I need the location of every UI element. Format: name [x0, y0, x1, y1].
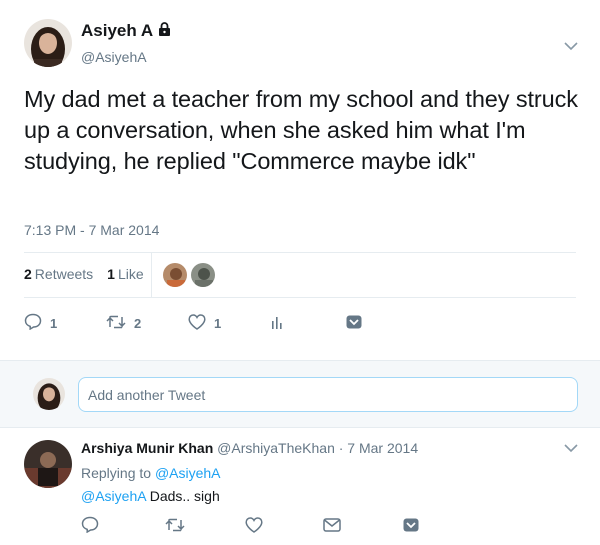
- retweet-count: 2: [134, 315, 142, 331]
- share-menu-icon[interactable]: [403, 518, 419, 537]
- author-name-row[interactable]: Asiyeh A: [81, 21, 171, 41]
- retweet-icon[interactable]: [165, 518, 245, 537]
- reply-icon: [24, 313, 42, 333]
- reply-actions: [81, 516, 419, 538]
- reply-date[interactable]: · 7 Mar 2014: [339, 440, 418, 456]
- reply-author-avatar[interactable]: [24, 440, 72, 488]
- likes-stat[interactable]: 1 Like: [107, 266, 143, 282]
- retweets-stat[interactable]: 2 Retweets: [24, 266, 93, 282]
- chevron-down-icon[interactable]: [564, 440, 578, 458]
- reply-author-handle[interactable]: @ArshiyaTheKhan: [217, 440, 335, 456]
- liker-avatar[interactable]: [162, 262, 188, 288]
- author-avatar[interactable]: [24, 19, 72, 67]
- tweet-actions: 1 2 1: [24, 313, 362, 333]
- engagement-stats: 2 Retweets 1 Like: [24, 266, 158, 282]
- retweet-icon: [106, 315, 126, 332]
- chevron-down-icon[interactable]: [564, 38, 578, 56]
- reply-author-row[interactable]: Arshiya Munir Khan @ArshiyaTheKhan · 7 M…: [81, 440, 418, 456]
- reply-text: @AsiyehA Dads.. sigh: [81, 488, 220, 504]
- stats-divider: [151, 252, 152, 297]
- reply-author-name[interactable]: Arshiya Munir Khan: [81, 440, 213, 456]
- liker-avatar[interactable]: [190, 262, 216, 288]
- reply-count: 1: [50, 315, 58, 331]
- message-icon[interactable]: [323, 517, 403, 537]
- lock-icon: [158, 21, 171, 41]
- mention-link[interactable]: @AsiyehA: [81, 488, 146, 504]
- reply-icon[interactable]: [81, 516, 165, 538]
- tweet-text: My dad met a teacher from my school and …: [24, 86, 578, 174]
- author-handle[interactable]: @AsiyehA: [81, 49, 147, 65]
- reply-button[interactable]: 1: [24, 313, 106, 333]
- heart-icon: [188, 313, 206, 333]
- like-button[interactable]: 1: [188, 313, 270, 333]
- tweet-timestamp[interactable]: 7:13 PM - 7 Mar 2014: [24, 222, 159, 238]
- replying-to-link[interactable]: @AsiyehA: [155, 465, 221, 481]
- divider: [24, 297, 576, 298]
- divider: [24, 252, 576, 253]
- add-tweet-input[interactable]: Add another Tweet: [78, 377, 578, 412]
- current-user-avatar: [33, 378, 65, 410]
- share-menu-icon: [346, 315, 362, 332]
- analytics-button[interactable]: [270, 315, 346, 332]
- bar-chart-icon: [270, 315, 284, 332]
- author-name[interactable]: Asiyeh A: [81, 21, 153, 41]
- like-count: 1: [214, 315, 222, 331]
- retweet-button[interactable]: 2: [106, 315, 188, 332]
- more-share-button[interactable]: [346, 315, 362, 332]
- heart-icon[interactable]: [245, 516, 323, 538]
- replying-to: Replying to @AsiyehA: [81, 465, 221, 481]
